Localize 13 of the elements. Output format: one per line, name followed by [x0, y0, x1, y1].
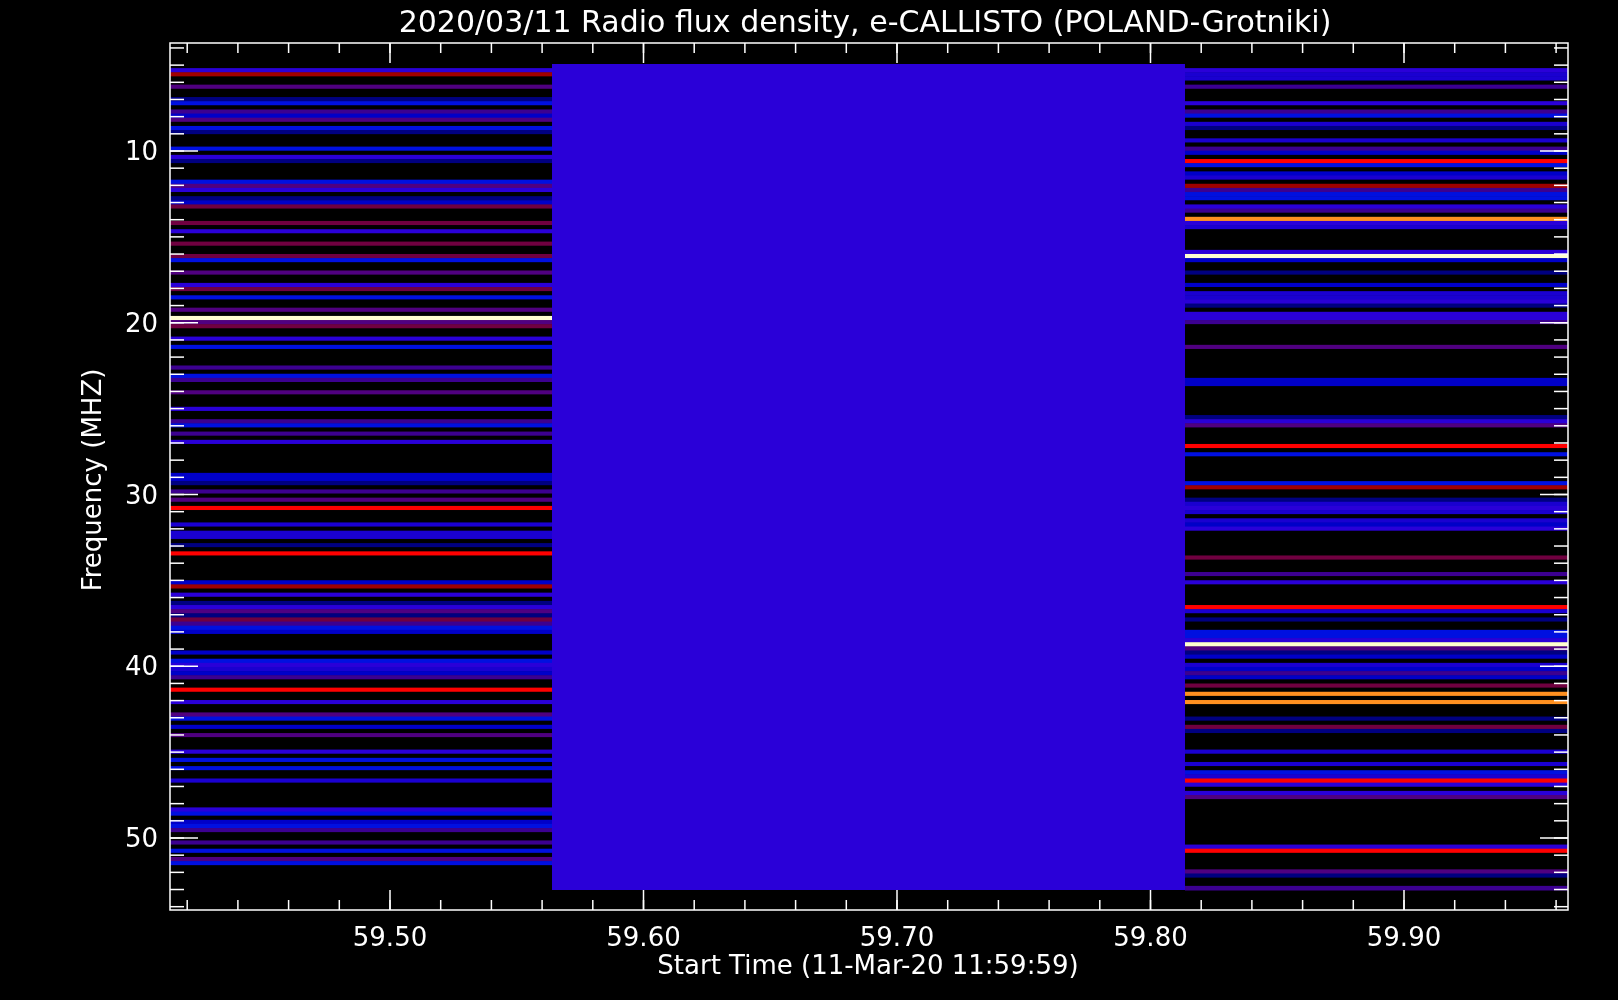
x-tick-label: 59.90 [1366, 922, 1442, 952]
y-axis-label: Frequency (MHZ) [77, 368, 107, 592]
y-tick-label: 40 [124, 651, 158, 682]
y-tick-label: 10 [124, 136, 158, 166]
x-tick-label: 59.60 [606, 922, 681, 952]
x-tick-label: 59.80 [1113, 922, 1188, 952]
x-axis-label: Start Time (11-Mar-20 11:59:59) [657, 950, 1079, 980]
x-tick-label: 59.70 [859, 922, 935, 952]
y-tick-label: 50 [124, 823, 158, 853]
x-tick-label: 59.50 [352, 922, 428, 952]
chart-title: 2020/03/11 Radio flux density, e-CALLISTO (POLAND-Grotniki) [398, 4, 1332, 39]
y-tick-label: 20 [124, 307, 158, 338]
y-tick-label: 30 [124, 479, 158, 510]
